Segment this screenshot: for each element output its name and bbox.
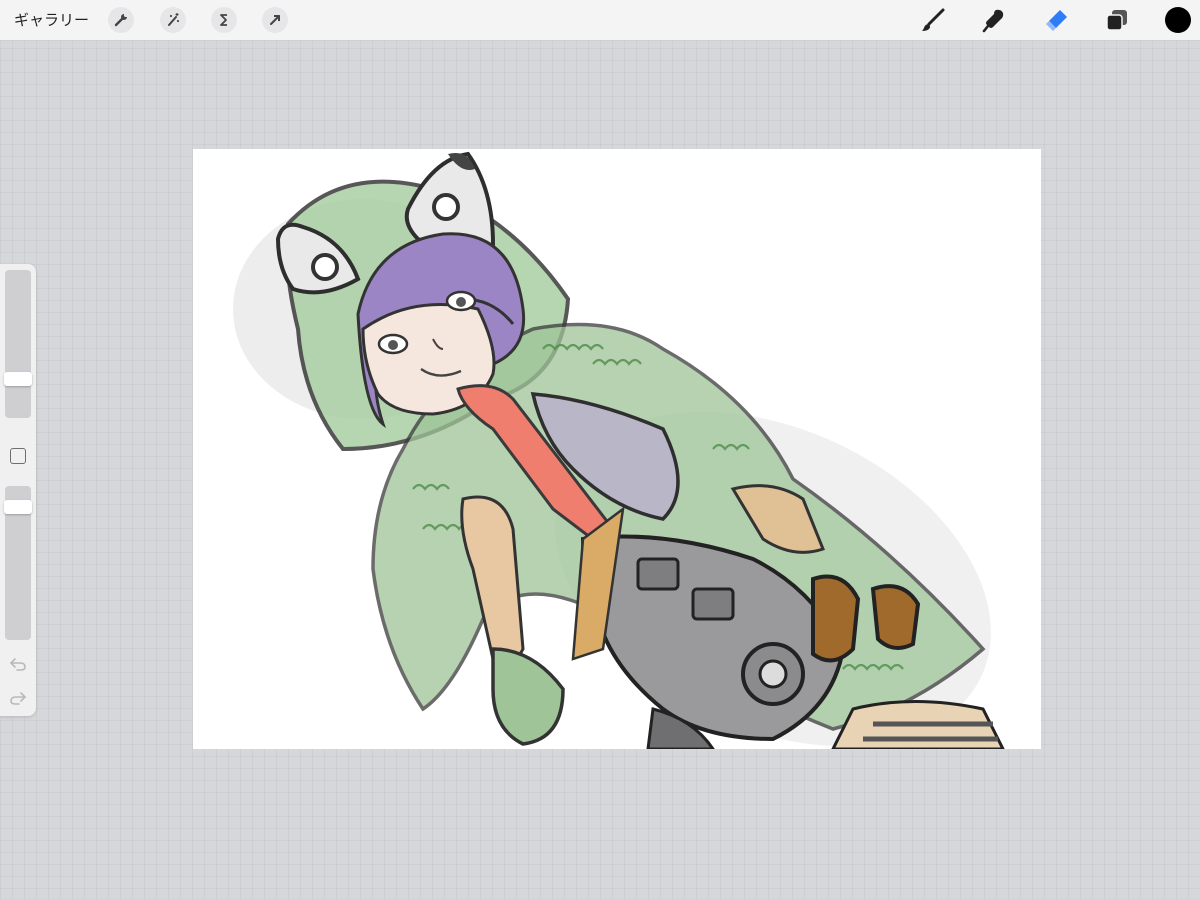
gallery-button[interactable]: ギャラリー	[14, 9, 89, 31]
transform-button[interactable]	[262, 7, 288, 33]
drawing-canvas[interactable]	[193, 149, 1041, 749]
brush-size-thumb[interactable]	[4, 372, 32, 386]
adjustments-button[interactable]	[160, 7, 186, 33]
square-modifier-icon[interactable]	[10, 448, 26, 464]
top-toolbar: ギャラリー	[0, 0, 1200, 41]
brush-icon	[922, 8, 945, 31]
transform-arrow-icon	[270, 15, 280, 25]
brush-size-slider[interactable]	[4, 270, 32, 418]
opacity-thumb[interactable]	[4, 500, 32, 514]
layers-button[interactable]	[1103, 6, 1131, 34]
selection-s-icon	[220, 14, 227, 26]
brush-button[interactable]	[919, 6, 947, 34]
layers-icon	[1106, 10, 1127, 31]
eraser-icon	[1046, 10, 1067, 31]
opacity-slider[interactable]	[4, 486, 32, 640]
wrench-icon	[114, 14, 127, 27]
undo-icon[interactable]	[9, 656, 27, 672]
actions-button[interactable]	[108, 7, 134, 33]
selection-button[interactable]	[211, 7, 237, 33]
smudge-icon	[982, 9, 1004, 33]
artwork	[233, 151, 1005, 749]
smudge-button[interactable]	[980, 6, 1008, 34]
redo-icon[interactable]	[9, 690, 27, 706]
color-picker-button[interactable]	[1165, 7, 1191, 33]
sidebar	[0, 264, 36, 716]
eraser-button[interactable]	[1042, 6, 1070, 34]
magic-wand-icon	[168, 13, 179, 26]
